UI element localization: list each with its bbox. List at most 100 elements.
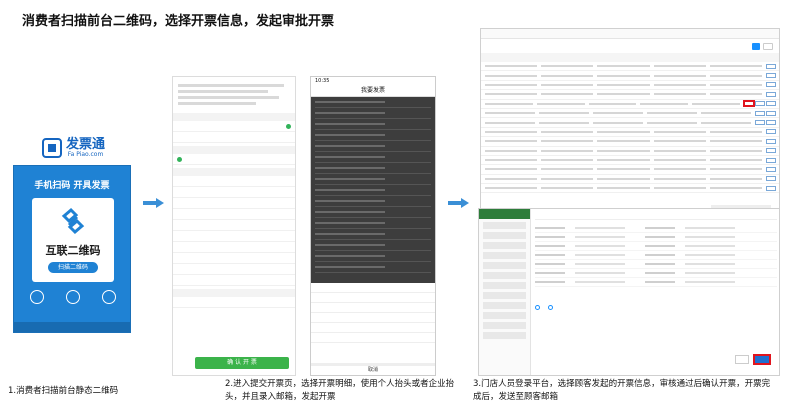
row-action-button[interactable]: [766, 82, 777, 88]
picker-option[interactable]: [311, 333, 435, 343]
check-icon: [177, 156, 182, 162]
form-row[interactable]: [173, 242, 295, 253]
sidebar-tabbar: [479, 209, 530, 219]
picker-option[interactable]: [311, 323, 435, 333]
poster-qr-card[interactable]: 互联二维码 扫描二维码: [32, 198, 114, 282]
form-row[interactable]: [173, 209, 295, 220]
dialog-actions: [735, 354, 771, 365]
form-row[interactable]: [173, 275, 295, 286]
phone-status-bar: 10:35: [311, 77, 435, 85]
table-row[interactable]: [481, 62, 779, 72]
form-row[interactable]: [173, 253, 295, 264]
step-scan-icon: [30, 290, 44, 304]
form-notes: [173, 77, 295, 110]
row-action-button[interactable]: [755, 120, 765, 126]
flow-arrow-icon: [448, 198, 470, 208]
row-action-button[interactable]: [766, 63, 777, 69]
scan-qr-button[interactable]: 扫描二维码: [48, 262, 98, 273]
brand-domain: Fa Piao.com: [67, 151, 104, 158]
brand-logo-group: 发票通 Fa Piao.com: [42, 138, 105, 158]
row-action-button[interactable]: [766, 166, 777, 172]
phone-page-title: 我要发票: [311, 85, 435, 97]
form-section: [173, 168, 295, 176]
admin-toolbar: [481, 39, 779, 53]
flow-arrow-icon: [143, 198, 165, 208]
caption-step-1: 1.消费者扫描前台静态二维码: [8, 386, 119, 396]
picker-option[interactable]: [311, 303, 435, 313]
table-row[interactable]: [481, 175, 779, 185]
row-action-button[interactable]: [766, 148, 777, 154]
row-action-button[interactable]: [766, 129, 777, 135]
row-action-button[interactable]: [765, 101, 776, 107]
row-action-button[interactable]: [766, 110, 776, 116]
approval-options: [535, 305, 777, 310]
step-done-icon: [102, 290, 116, 304]
caption-step-3: 3.门店人员登录平台，选择顾客发起的开票信息，审核通过后确认开票，开票完成后，发…: [473, 379, 771, 402]
form-row[interactable]: [173, 231, 295, 242]
approve-radio[interactable]: [535, 305, 540, 310]
picker-option[interactable]: [311, 293, 435, 303]
row-action-button[interactable]: [755, 110, 765, 116]
form-row[interactable]: [173, 187, 295, 198]
table-row[interactable]: [481, 118, 779, 128]
brand-name: 发票通: [66, 137, 106, 152]
form-section: [173, 113, 295, 121]
form-row[interactable]: [173, 132, 295, 143]
table-row[interactable]: [481, 165, 779, 175]
picker-option[interactable]: [311, 313, 435, 323]
form-row[interactable]: [173, 176, 295, 187]
poster-band: [14, 322, 130, 332]
row-action-button[interactable]: [766, 176, 777, 182]
admin-action-button[interactable]: [752, 42, 760, 50]
admin-tabbar: [481, 29, 779, 39]
table-row[interactable]: [481, 156, 779, 166]
poster-step: [94, 290, 124, 307]
brand-logo-icon: [42, 138, 62, 158]
table-row[interactable]: [481, 71, 779, 81]
page-headline: 消费者扫描前台二维码，选择开票信息，发起审批开票: [22, 14, 335, 29]
poster-steps: [22, 290, 124, 307]
caption-step-2: 2.进入提交开票页，选择开票明细，使用个人抬头或者企业抬头，并且录入邮箱，发起开…: [225, 379, 455, 402]
detail-sidebar: [479, 209, 531, 375]
row-action-button[interactable]: [766, 91, 777, 97]
form-row[interactable]: [173, 220, 295, 231]
admin-detail-screenshot: [478, 208, 780, 376]
form-section: [173, 146, 295, 154]
table-row[interactable]: [481, 109, 779, 119]
form-row[interactable]: [173, 264, 295, 275]
detail-main: [535, 211, 777, 373]
reject-radio[interactable]: [548, 305, 553, 310]
form-row[interactable]: [173, 198, 295, 209]
table-row[interactable]: [481, 90, 779, 100]
confirm-button-highlighted[interactable]: [753, 354, 771, 365]
table-row[interactable]: [481, 100, 779, 109]
poster-step: [22, 290, 52, 307]
phone-screenshot: 10:35 我要发票 取消: [310, 76, 436, 376]
row-action-button[interactable]: [766, 157, 777, 163]
row-action-button[interactable]: [754, 101, 765, 107]
cancel-button[interactable]: [735, 355, 749, 364]
poster-card-title: 互联二维码: [45, 244, 101, 257]
row-action-button[interactable]: [766, 73, 777, 79]
detail-fields: [535, 224, 777, 287]
confirm-invoice-button[interactable]: 确 认 开 票: [195, 357, 289, 369]
row-action-button[interactable]: [766, 138, 777, 144]
form-row[interactable]: [173, 154, 295, 165]
form-row[interactable]: [173, 297, 295, 308]
table-row[interactable]: [481, 137, 779, 147]
admin-action-button[interactable]: [763, 42, 773, 50]
table-row[interactable]: [481, 128, 779, 138]
form-row[interactable]: [173, 121, 295, 132]
row-action-button[interactable]: [766, 120, 776, 126]
form-section: [173, 289, 295, 297]
table-row[interactable]: [481, 81, 779, 91]
picker-option[interactable]: [311, 283, 435, 293]
row-action-button[interactable]: [766, 185, 777, 191]
picker-cancel-button[interactable]: 取消: [311, 363, 435, 375]
table-row[interactable]: [481, 184, 779, 194]
review-button-highlighted[interactable]: [742, 100, 755, 108]
link-code-icon: [61, 207, 85, 235]
table-row[interactable]: [481, 147, 779, 156]
step-fill-icon: [66, 290, 80, 304]
detail-title: [535, 211, 777, 220]
